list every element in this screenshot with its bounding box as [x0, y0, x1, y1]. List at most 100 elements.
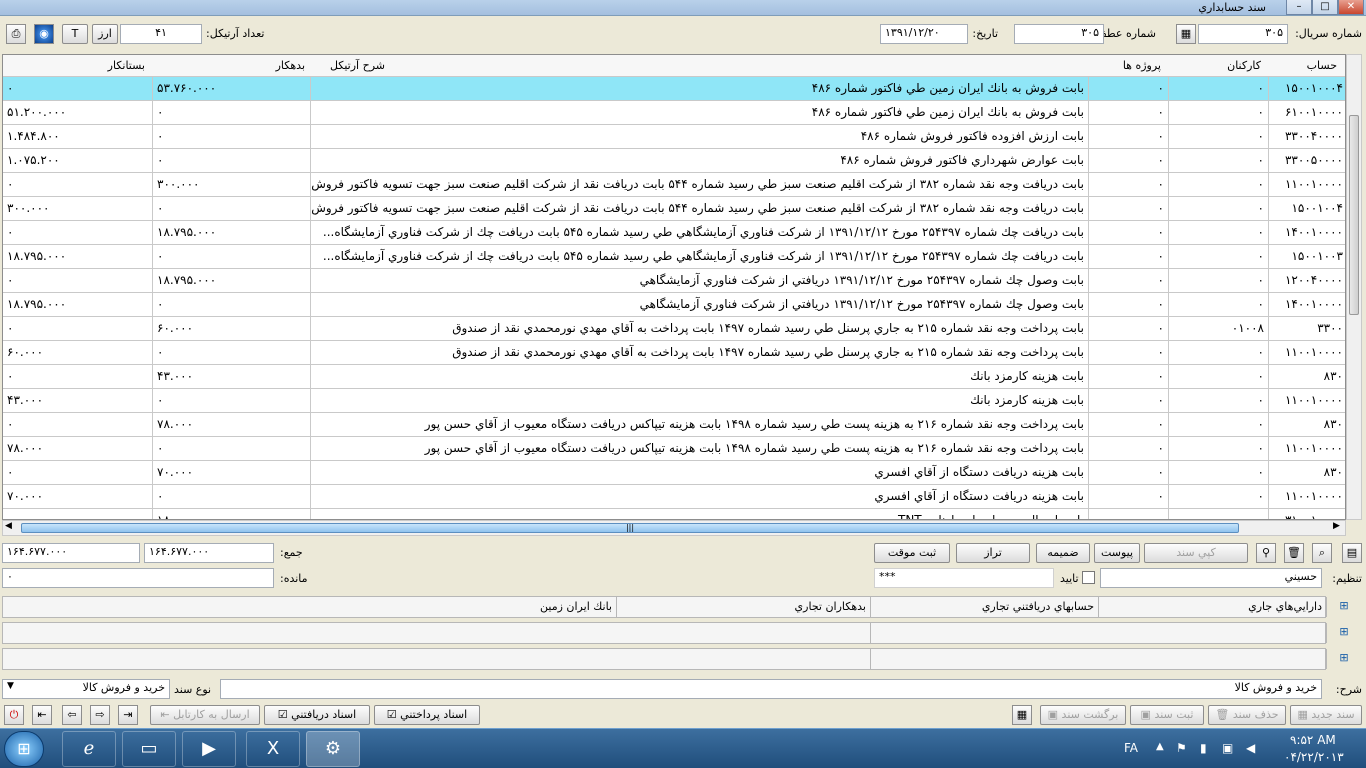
cell-project[interactable]: ۰	[1089, 221, 1169, 245]
temp-register-button[interactable]: ثبت موقت	[874, 543, 950, 563]
cell-employee[interactable]: ۰	[1169, 125, 1269, 149]
prev-record-icon[interactable]: ⇦	[62, 705, 82, 725]
minimize-icon[interactable]: –	[1286, 0, 1312, 15]
cell-description[interactable]: بابت پرداخت وجه نقد شماره ۲۱۵ به جاري پر…	[311, 341, 1089, 365]
cell-debit[interactable]: ۵۳.۷۶۰.۰۰۰	[153, 77, 311, 101]
cell-description[interactable]: بابت دريافت وجه نقد شماره ۳۸۲ از شركت اق…	[311, 173, 1089, 197]
cell-credit[interactable]: ۷۸.۰۰۰	[3, 437, 153, 461]
cell-debit[interactable]: ۷۸.۰۰۰	[153, 413, 311, 437]
table-row[interactable]: ۱۲۰۰۴۰۰۰۰ ۰ ۰ بابت وصول چك شماره ۲۵۴۳۹۷ مور…	[3, 269, 1345, 293]
cell-debit[interactable]: ۰	[153, 437, 311, 461]
cell-description[interactable]: بابت پرداخت وجه نقد شماره ۲۱۶ به هزينه پ…	[311, 437, 1089, 461]
cell-debit[interactable]: ۶۰.۰۰۰	[153, 317, 311, 341]
cell-description[interactable]: بابت هزينه دريافت دستگاه از آقاي افسري	[311, 461, 1089, 485]
cell-description[interactable]: بابت عوارض شهرداري فاكتور فروش شماره ۴۸۶	[311, 149, 1089, 173]
cell-account[interactable]: ۳۳۰۰	[1269, 317, 1345, 341]
binoculars-icon[interactable]: ⚲	[1256, 543, 1276, 563]
cell-project[interactable]: ۰	[1089, 77, 1169, 101]
cell-account[interactable]: ۸۳۰	[1269, 413, 1345, 437]
cell-description[interactable]: بابت هزينه كارمزد بانك	[311, 389, 1089, 413]
project-tree-icon[interactable]: ⊞	[1334, 649, 1354, 669]
cell-project[interactable]: ۰	[1089, 197, 1169, 221]
table-row[interactable]: ۱۱۰۰۱۰۰۰۰ ۰ ۰ بابت دريافت وجه نقد شماره ۳۸۲…	[3, 173, 1345, 197]
currency-button[interactable]: ارز	[92, 24, 118, 44]
cell-description[interactable]: بابت وصول چك شماره ۲۵۴۳۹۷ مورخ ۱۳۹۱/۱۲/۱…	[311, 269, 1089, 293]
cell-debit[interactable]: ۱۸.۰۰۰.۰۰۰	[153, 509, 311, 519]
table-row[interactable]: ۱۵۰۰۱۰۰۳ ۰ ۰ بابت دريافت چك شماره ۲۵۴۳۹۷ مو…	[3, 245, 1345, 269]
clock-time[interactable]: ۹:۵۲ AM	[1290, 733, 1336, 747]
action-center-icon[interactable]: ⚑	[1176, 741, 1187, 755]
cell-description[interactable]: بابت پرداخت وجه نقد شماره ۲۱۶ به هزينه پ…	[311, 413, 1089, 437]
cell-employee[interactable]: ۰	[1169, 149, 1269, 173]
cell-employee[interactable]: ۰	[1169, 77, 1269, 101]
cell-description[interactable]: بابت ارسال محموله طي بارنامه TNT	[311, 509, 1089, 519]
table-row[interactable]: ۸۳۰ ۰ ۰ بابت پرداخت وجه نقد شماره ۲۱۶ به هز…	[3, 413, 1345, 437]
cell-project[interactable]: ۰	[1089, 437, 1169, 461]
cell-credit[interactable]: ۱۸.۷۹۵.۰۰۰	[3, 245, 153, 269]
cell-account[interactable]: ۸۳۰	[1269, 365, 1345, 389]
cell-account[interactable]: ۱۲۰۰۴۰۰۰۰	[1269, 269, 1345, 293]
cell-credit[interactable]: ۳۰۰.۰۰۰	[3, 197, 153, 221]
language-indicator[interactable]: FA	[1124, 741, 1138, 755]
cell-description[interactable]: بابت دريافت چك شماره ۲۵۴۳۹۷ مورخ ۱۳۹۱/۱۲…	[311, 245, 1089, 269]
cell-account[interactable]: ۱۵۰۰۱۰۰۰۴	[1269, 77, 1345, 101]
cell-account[interactable]: ۱۵۰۰۱۰۰۴	[1269, 197, 1345, 221]
cell-employee[interactable]: ۰	[1169, 509, 1269, 519]
cell-description[interactable]: بابت پرداخت وجه نقد شماره ۲۱۵ به جاري پر…	[311, 317, 1089, 341]
cell-employee[interactable]: ۰	[1169, 389, 1269, 413]
document-icon[interactable]: ▤	[1342, 543, 1362, 563]
col-employees[interactable]: كاركنان	[1227, 59, 1261, 72]
next-record-icon[interactable]: ⇨	[90, 705, 110, 725]
cell-debit[interactable]: ۰	[153, 149, 311, 173]
account-tree-icon[interactable]: ⊞	[1334, 597, 1354, 617]
cell-debit[interactable]: ۰	[153, 389, 311, 413]
volume-icon[interactable]: ◀	[1246, 741, 1255, 755]
cell-account[interactable]: ۱۴۰۰۱۰۰۰۰	[1269, 221, 1345, 245]
cell-credit[interactable]: ۰	[3, 317, 153, 341]
cell-description[interactable]: بابت هزينه كارمزد بانك	[311, 365, 1089, 389]
cell-account[interactable]: ۱۴۰۰۱۰۰۰۰	[1269, 293, 1345, 317]
cell-account[interactable]: ۱۱۰۰۱۰۰۰۰	[1269, 437, 1345, 461]
cell-debit[interactable]: ۴۳.۰۰۰	[153, 365, 311, 389]
vertical-scroll-thumb[interactable]	[1349, 115, 1359, 315]
file-explorer-icon[interactable]: ▭	[122, 731, 176, 767]
cell-account[interactable]: ۳۱۰۰۱۰۰۰۰	[1269, 509, 1345, 519]
cell-description[interactable]: بابت دريافت وجه نقد شماره ۳۸۲ از شركت اق…	[311, 197, 1089, 221]
table-row[interactable]: ۳۳۰۰۴۰۰۰۰ ۰ ۰ بابت ارزش افزوده فاكتور فروش …	[3, 125, 1345, 149]
serial-field[interactable]: ۳۰۵	[1198, 24, 1288, 44]
cell-account[interactable]: ۱۱۰۰۱۰۰۰۰	[1269, 485, 1345, 509]
cell-debit[interactable]: ۱۸.۷۹۵.۰۰۰	[153, 269, 311, 293]
cell-project[interactable]: ۰	[1089, 293, 1169, 317]
cell-debit[interactable]: ۰	[153, 125, 311, 149]
cell-project[interactable]: ۰	[1089, 101, 1169, 125]
cell-credit[interactable]: ۱.۰۷۵.۲۰۰	[3, 149, 153, 173]
chevron-down-icon[interactable]: ▼	[7, 681, 14, 691]
cell-project[interactable]: ۰	[1089, 509, 1169, 519]
appendix-button[interactable]: ضميمه	[1036, 543, 1090, 563]
cell-debit[interactable]: ۳۰۰.۰۰۰	[153, 173, 311, 197]
col-account[interactable]: حساب	[1307, 59, 1337, 72]
cell-account[interactable]: ۳۳۰۰۵۰۰۰۰	[1269, 149, 1345, 173]
col-debit[interactable]: بدهكار	[276, 59, 305, 72]
show-hidden-icons-icon[interactable]: ▲	[1156, 741, 1164, 752]
network-icon[interactable]: ▣	[1222, 741, 1233, 755]
cell-employee[interactable]: ۰	[1169, 197, 1269, 221]
cell-account[interactable]: ۳۳۰۰۴۰۰۰۰	[1269, 125, 1345, 149]
cell-debit[interactable]: ۷۰.۰۰۰	[153, 461, 311, 485]
delete-doc-button[interactable]: حذف سند 🗑	[1208, 705, 1286, 725]
table-row[interactable]: ۱۱۰۰۱۰۰۰۰ ۰ ۰ بابت هزينه دريافت دستگاه از آ…	[3, 485, 1345, 509]
media-player-icon[interactable]: ▶	[182, 731, 236, 767]
cell-project[interactable]: ۰	[1089, 341, 1169, 365]
cell-description[interactable]: بابت هزينه دريافت دستگاه از آقاي افسري	[311, 485, 1089, 509]
cell-account[interactable]: ۱۵۰۰۱۰۰۳	[1269, 245, 1345, 269]
globe-icon[interactable]: ◉	[34, 24, 54, 44]
cell-employee[interactable]: ۰	[1169, 221, 1269, 245]
cell-credit[interactable]: ۵۱.۲۰۰.۰۰۰	[3, 101, 153, 125]
desc-field[interactable]: خريد و فروش كالا	[220, 679, 1322, 699]
horizontal-scroll-thumb[interactable]: |||	[21, 523, 1239, 533]
maximize-icon[interactable]: □	[1312, 0, 1338, 15]
table-row[interactable]: ۶۱۰۰۱۰۰۰۰ ۰ ۰ بابت فروش به بانك ايران زمين …	[3, 101, 1345, 125]
date-field[interactable]: ۱۳۹۱/۱۲/۲۰	[880, 24, 968, 44]
register-doc-button[interactable]: ثبت سند ▣	[1130, 705, 1204, 725]
employee-tree-icon[interactable]: ⊞	[1334, 623, 1354, 643]
